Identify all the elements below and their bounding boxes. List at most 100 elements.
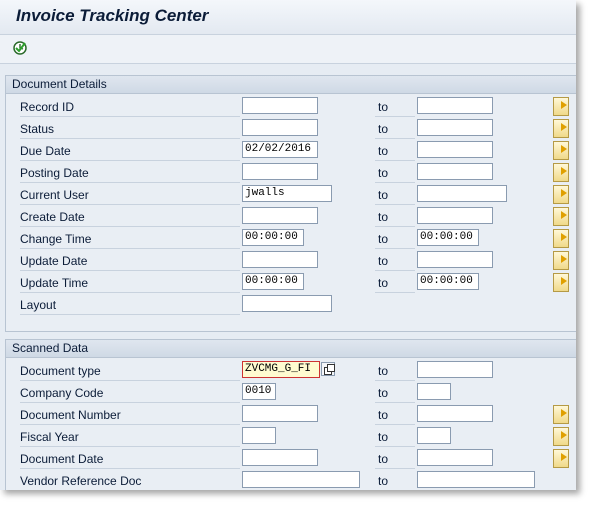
to-label: to	[378, 122, 389, 136]
divider	[20, 116, 240, 117]
multiple-selection-button[interactable]	[553, 207, 569, 226]
divider	[375, 160, 415, 161]
vendor-reference-doc-to-input[interactable]	[417, 471, 535, 488]
app-window: Invoice Tracking Center Document Details…	[0, 0, 576, 490]
due-date-label: Due Date	[20, 144, 71, 158]
document-date-to-input[interactable]	[417, 449, 493, 466]
status-label: Status	[20, 122, 55, 136]
divider	[20, 138, 240, 139]
to-label: to	[378, 210, 389, 224]
record-id-to-input[interactable]	[417, 97, 493, 114]
document-type-to-input[interactable]	[417, 361, 493, 378]
divider	[20, 380, 240, 381]
update-time-label: Update Time	[20, 276, 89, 290]
create-date-from-input[interactable]	[242, 207, 318, 224]
divider	[375, 204, 415, 205]
scanned-data-group: Scanned Data Document type ZVCMG_G_FI to…	[5, 339, 576, 490]
divider	[20, 446, 240, 447]
layout-label: Layout	[20, 298, 57, 312]
divider	[375, 226, 415, 227]
change-time-from-input[interactable]: 00:00:00	[242, 229, 304, 246]
update-time-from-input[interactable]: 00:00:00	[242, 273, 304, 290]
multiple-selection-button[interactable]	[553, 185, 569, 204]
copy-icon[interactable]	[321, 362, 335, 376]
posting-date-row: Posting Date to	[6, 163, 576, 183]
status-row: Status to	[6, 119, 576, 139]
fiscal-year-to-input[interactable]	[417, 427, 451, 444]
record-id-from-input[interactable]	[242, 97, 318, 114]
document-number-label: Document Number	[20, 408, 121, 422]
application-toolbar	[0, 35, 576, 64]
company-code-label: Company Code	[20, 386, 104, 400]
update-time-row: Update Time 00:00:00 to 00:00:00	[6, 273, 576, 293]
status-from-input[interactable]	[242, 119, 318, 136]
to-label: to	[378, 386, 389, 400]
fiscal-year-from-input[interactable]	[242, 427, 276, 444]
record-id-label: Record ID	[20, 100, 75, 114]
divider	[375, 424, 415, 425]
status-to-input[interactable]	[417, 119, 493, 136]
current-user-row: Current User jwalls to	[6, 185, 576, 205]
update-time-to-input[interactable]: 00:00:00	[417, 273, 479, 290]
multiple-selection-button[interactable]	[553, 163, 569, 182]
divider	[375, 116, 415, 117]
document-number-to-input[interactable]	[417, 405, 493, 422]
multiple-selection-button[interactable]	[553, 97, 569, 116]
layout-row: Layout	[6, 295, 576, 315]
execute-clock-icon[interactable]	[12, 40, 28, 56]
update-date-from-input[interactable]	[242, 251, 318, 268]
divider	[375, 270, 415, 271]
multiple-selection-button[interactable]	[553, 251, 569, 270]
fiscal-year-label: Fiscal Year	[20, 430, 79, 444]
create-date-label: Create Date	[20, 210, 85, 224]
vendor-reference-doc-label: Vendor Reference Doc	[20, 474, 142, 488]
change-time-to-input[interactable]: 00:00:00	[417, 229, 479, 246]
fiscal-year-row: Fiscal Year to	[6, 427, 576, 447]
to-label: to	[378, 364, 389, 378]
to-label: to	[378, 166, 389, 180]
update-date-to-input[interactable]	[417, 251, 493, 268]
document-number-from-input[interactable]	[242, 405, 318, 422]
divider	[375, 138, 415, 139]
document-date-from-input[interactable]	[242, 449, 318, 466]
current-user-to-input[interactable]	[417, 185, 507, 202]
to-label: to	[378, 452, 389, 466]
document-type-from-input[interactable]: ZVCMG_G_FI	[242, 361, 320, 378]
document-date-label: Document Date	[20, 452, 104, 466]
create-date-to-input[interactable]	[417, 207, 493, 224]
vendor-reference-doc-row: Vendor Reference Doc to	[6, 471, 576, 490]
divider	[375, 380, 415, 381]
divider	[20, 468, 240, 469]
posting-date-label: Posting Date	[20, 166, 89, 180]
company-code-row: Company Code 0010 to	[6, 383, 576, 403]
divider	[20, 402, 240, 403]
divider	[375, 402, 415, 403]
update-date-label: Update Date	[20, 254, 88, 268]
divider	[375, 446, 415, 447]
due-date-from-input[interactable]: 02/02/2016	[242, 141, 318, 158]
divider	[20, 226, 240, 227]
vendor-reference-doc-from-input[interactable]	[242, 471, 360, 488]
company-code-from-input[interactable]: 0010	[242, 383, 276, 400]
due-date-to-input[interactable]	[417, 141, 493, 158]
posting-date-from-input[interactable]	[242, 163, 318, 180]
to-label: to	[378, 276, 389, 290]
section-title: Scanned Data	[6, 340, 576, 358]
due-date-row: Due Date 02/02/2016 to	[6, 141, 576, 161]
document-number-row: Document Number to	[6, 405, 576, 425]
multiple-selection-button[interactable]	[553, 427, 569, 446]
document-details-group: Document Details Record ID to Status to …	[5, 75, 576, 332]
multiple-selection-button[interactable]	[553, 229, 569, 248]
divider	[375, 292, 415, 293]
multiple-selection-button[interactable]	[553, 405, 569, 424]
current-user-from-input[interactable]: jwalls	[242, 185, 332, 202]
multiple-selection-button[interactable]	[553, 141, 569, 160]
divider	[20, 270, 240, 271]
company-code-to-input[interactable]	[417, 383, 451, 400]
create-date-row: Create Date to	[6, 207, 576, 227]
layout-input[interactable]	[242, 295, 332, 312]
multiple-selection-button[interactable]	[553, 273, 569, 292]
posting-date-to-input[interactable]	[417, 163, 493, 180]
multiple-selection-button[interactable]	[553, 449, 569, 468]
multiple-selection-button[interactable]	[553, 119, 569, 138]
